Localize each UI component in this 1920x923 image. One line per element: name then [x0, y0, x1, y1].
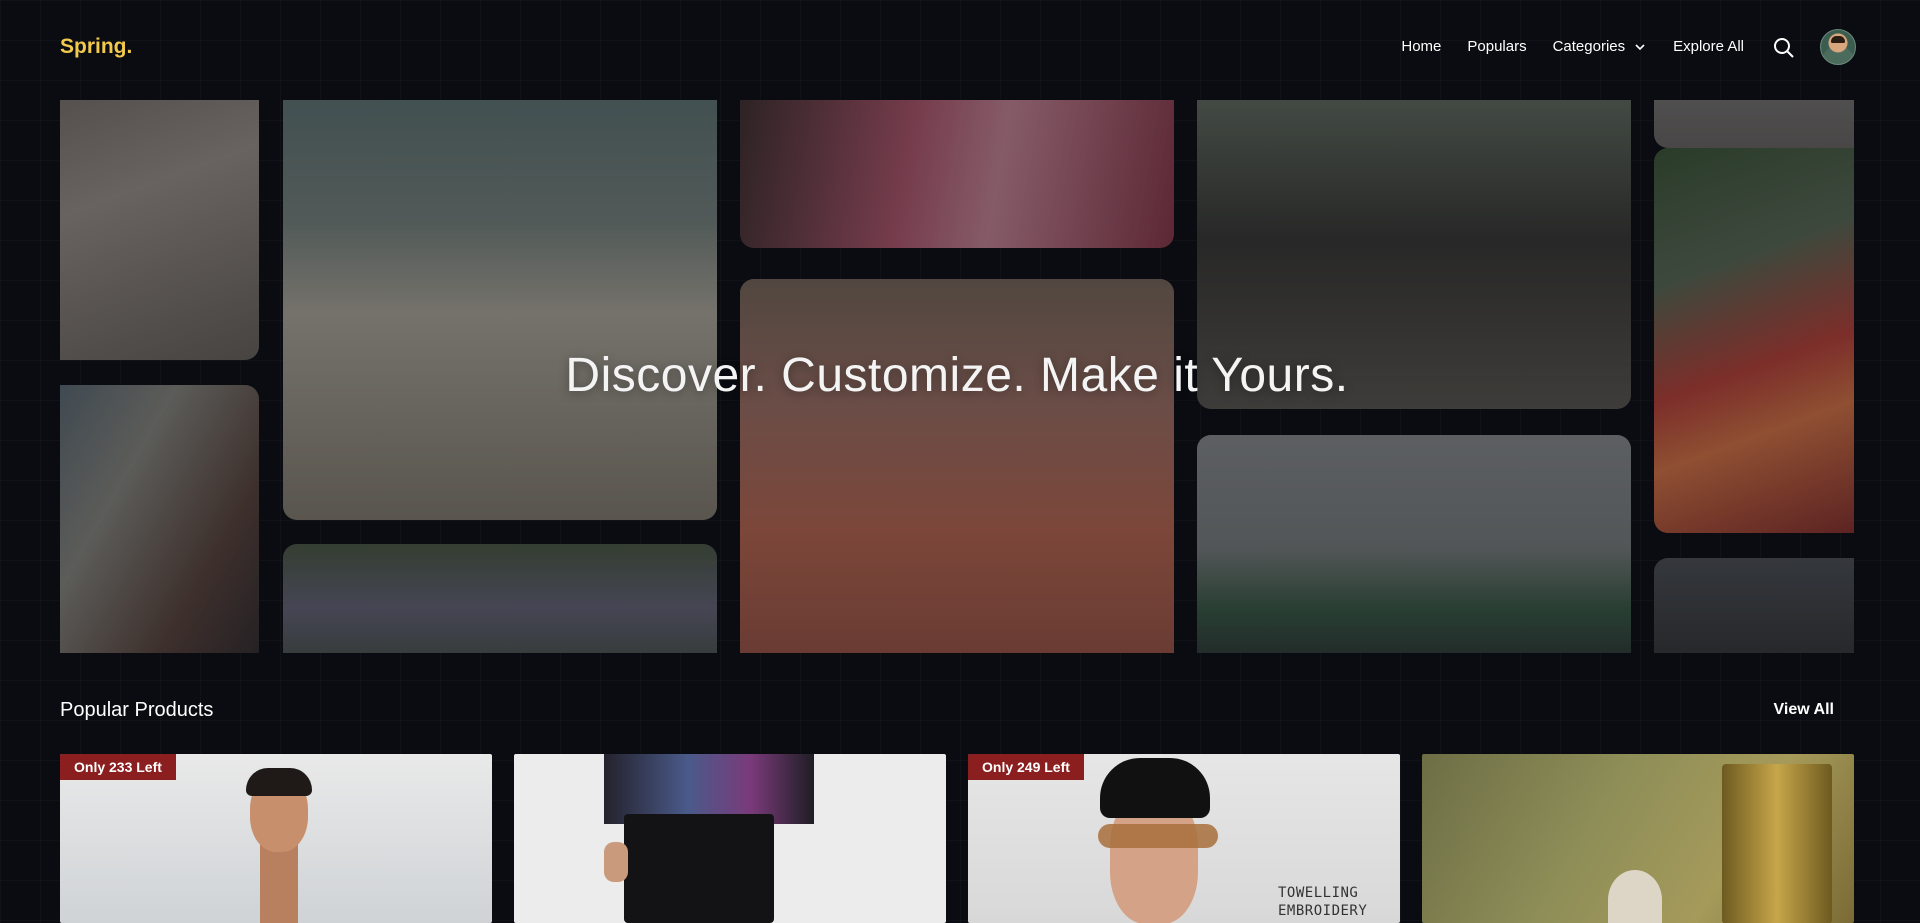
product-card[interactable]: Only 233 Left	[60, 754, 492, 923]
nav-populars[interactable]: Populars	[1467, 38, 1526, 55]
hero-image	[1654, 100, 1854, 148]
hero-collage: Discover. Customize. Make it Yours.	[60, 100, 1854, 653]
nav-explore-all[interactable]: Explore All	[1673, 38, 1744, 55]
nav-categories[interactable]: Categories	[1553, 38, 1648, 55]
product-print-text: TOWELLING EMBROIDERY	[1278, 884, 1367, 920]
product-image-detail	[1608, 870, 1662, 923]
section-title: Popular Products	[60, 699, 214, 721]
product-image-detail	[624, 814, 774, 923]
hero-image	[60, 385, 259, 653]
product-card[interactable]	[1422, 754, 1854, 923]
hero-image	[60, 100, 259, 360]
hero-image	[1654, 558, 1854, 653]
product-image	[260, 844, 298, 923]
brand-logo[interactable]: Spring.	[60, 35, 132, 59]
hero-image	[1654, 148, 1854, 533]
user-avatar[interactable]	[1820, 29, 1856, 65]
hero-image	[740, 100, 1174, 248]
product-grid: Only 233 Left TOWELLING EMBROIDERY Only …	[60, 754, 1854, 923]
print-text-line: TOWELLING	[1278, 885, 1359, 901]
search-icon[interactable]	[1772, 36, 1796, 60]
product-image-detail	[1098, 824, 1218, 848]
chevron-down-icon	[1635, 43, 1645, 50]
product-card[interactable]: TOWELLING EMBROIDERY Only 249 Left	[968, 754, 1400, 923]
hero-image	[283, 100, 717, 520]
nav-categories-label: Categories	[1552, 38, 1626, 55]
hero-title: Discover. Customize. Make it Yours.	[565, 349, 1349, 402]
product-image-detail	[1100, 758, 1210, 818]
product-image	[1722, 764, 1832, 923]
product-image-detail	[604, 842, 628, 882]
main-nav: Home Populars Categories Explore All	[1401, 38, 1744, 55]
hero-image	[740, 279, 1174, 653]
site-header: Spring. Home Populars Categories Explore…	[0, 0, 1920, 96]
nav-home[interactable]: Home	[1401, 38, 1441, 55]
product-card[interactable]	[514, 754, 946, 923]
stock-badge: Only 249 Left	[968, 754, 1084, 780]
print-text-line: EMBROIDERY	[1278, 903, 1368, 919]
product-image-detail	[246, 768, 312, 796]
hero-image	[283, 544, 717, 653]
stock-badge: Only 233 Left	[60, 754, 176, 780]
view-all-link[interactable]: View All	[1774, 701, 1834, 719]
hero-image	[1197, 435, 1631, 653]
